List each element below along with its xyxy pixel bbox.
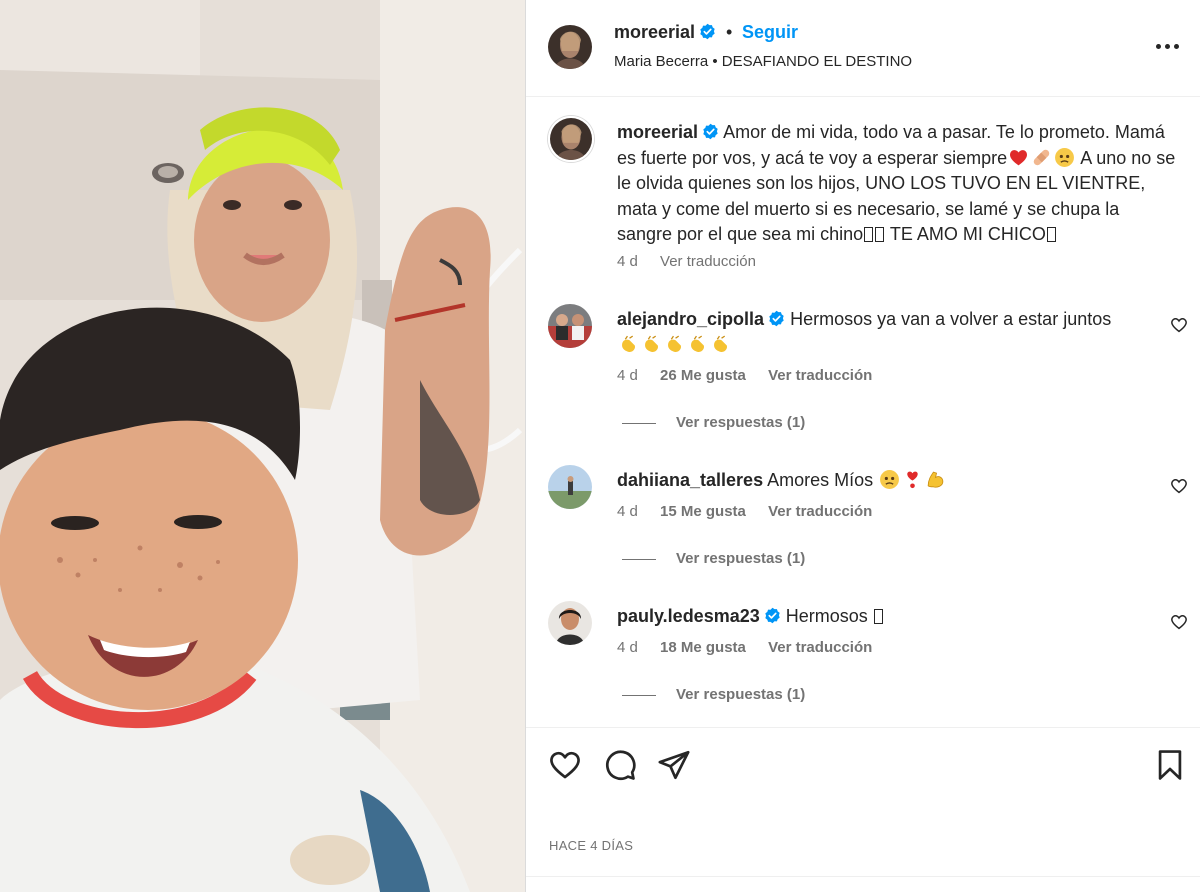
post-detail-panel: moreerial • Seguir Maria Becerra • DESAF… xyxy=(526,0,1200,892)
caption-avatar-image xyxy=(550,118,592,160)
caption-translate-link[interactable]: Ver traducción xyxy=(660,253,756,270)
author-username-text[interactable]: moreerial xyxy=(614,22,695,42)
caption-username[interactable]: moreerial xyxy=(617,122,698,142)
comment-age[interactable]: 4 d xyxy=(617,639,638,656)
comment-meta: 4 d 26 Me gusta Ver traducción xyxy=(617,367,890,384)
comment-username[interactable]: alejandro_cipolla xyxy=(617,309,764,329)
post-media[interactable] xyxy=(0,0,525,892)
caption-text: moreerial Amor de mi vida, todo va a pas… xyxy=(617,120,1177,248)
replies-line xyxy=(622,422,656,424)
replies-line xyxy=(622,558,656,560)
post-header: moreerial • Seguir Maria Becerra • DESAF… xyxy=(526,0,1200,97)
audio-attribution[interactable]: Maria Becerra • DESAFIANDO EL DESTINO xyxy=(614,53,912,70)
commenter-avatar[interactable] xyxy=(548,465,592,509)
caption-part-3: TE AMO MI CHICO xyxy=(885,224,1046,244)
comment-icon[interactable] xyxy=(603,748,637,782)
commenter-avatar-image xyxy=(548,601,592,645)
comment-translate-link[interactable]: Ver traducción xyxy=(768,503,872,520)
verified-badge-icon xyxy=(700,23,715,40)
comment-meta: 4 d 18 Me gusta Ver traducción xyxy=(617,639,890,656)
comment-body: Hermosos ya van a volver a estar juntos xyxy=(790,309,1112,329)
caption-age[interactable]: 4 d xyxy=(617,253,638,270)
author-avatar-image xyxy=(548,25,592,69)
comment-likes[interactable]: 26 Me gusta xyxy=(660,367,746,384)
comment-like-heart-icon[interactable] xyxy=(1170,613,1188,631)
author-username[interactable]: moreerial xyxy=(614,22,716,43)
caption-meta: 4 d Ver traducción xyxy=(617,253,774,270)
verified-badge-icon xyxy=(765,607,780,624)
view-replies-button[interactable]: Ver respuestas (1) xyxy=(622,550,805,567)
clapping-hands-emoji-icon xyxy=(645,335,659,353)
view-replies-label[interactable]: Ver respuestas (1) xyxy=(676,550,805,567)
more-dot xyxy=(1174,44,1179,49)
commenter-avatar[interactable] xyxy=(548,304,592,348)
bandage-emoji-icon xyxy=(1033,149,1050,165)
footer-divider xyxy=(526,876,1200,877)
view-replies-label[interactable]: Ver respuestas (1) xyxy=(676,686,805,703)
comment-body: Amores Míos xyxy=(767,470,874,490)
comment-body: Hermosos xyxy=(785,606,868,626)
comment-text: pauly.ledesma23 Hermosos xyxy=(617,603,1157,629)
view-replies-button[interactable]: Ver respuestas (1) xyxy=(622,686,805,703)
more-dot xyxy=(1165,44,1170,49)
comment-username[interactable]: pauly.ledesma23 xyxy=(617,606,760,626)
comment-likes[interactable]: 18 Me gusta xyxy=(660,639,746,656)
verified-badge-icon xyxy=(703,123,718,140)
flexed-biceps-emoji-icon xyxy=(927,471,944,488)
clapping-hands-emoji-icon xyxy=(691,335,705,353)
heart-exclamation-emoji-icon xyxy=(907,471,918,489)
comment-username[interactable]: dahiiana_talleres xyxy=(617,470,763,490)
pleading-face-emoji-icon xyxy=(1055,147,1075,167)
comment-age[interactable]: 4 d xyxy=(617,503,638,520)
comment-likes[interactable]: 15 Me gusta xyxy=(660,503,746,520)
clapping-hands-emoji-icon xyxy=(714,335,728,353)
missing-glyph-icon xyxy=(1046,227,1056,242)
more-options-icon[interactable] xyxy=(1156,36,1180,56)
post-timestamp[interactable]: HACE 4 DÍAS xyxy=(549,838,633,853)
missing-glyph-icon xyxy=(875,227,885,242)
comment-text: alejandro_cipolla Hermosos ya van a volv… xyxy=(617,306,1157,358)
red-heart-emoji-icon xyxy=(1010,149,1028,165)
verified-badge-icon xyxy=(769,310,784,327)
pleading-face-emoji-icon xyxy=(880,470,900,489)
author-avatar[interactable] xyxy=(548,25,592,69)
comment-like-heart-icon[interactable] xyxy=(1170,316,1188,334)
missing-glyph-icon xyxy=(864,227,874,242)
header-separator: • xyxy=(726,22,733,42)
comment-meta: 4 d 15 Me gusta Ver traducción xyxy=(617,503,890,520)
video-frame-illustration xyxy=(0,0,525,892)
comment-age[interactable]: 4 d xyxy=(617,367,638,384)
clapping-hands-emoji-icon xyxy=(668,335,682,353)
comment-like-heart-icon[interactable] xyxy=(1170,477,1188,495)
bookmark-icon[interactable] xyxy=(1153,748,1187,782)
commenter-avatar-image xyxy=(548,465,592,509)
commenter-avatar[interactable] xyxy=(548,601,592,645)
caption-author-avatar[interactable] xyxy=(548,116,594,162)
view-replies-label[interactable]: Ver respuestas (1) xyxy=(676,414,805,431)
clapping-hands-emoji-icon xyxy=(622,335,636,353)
replies-line xyxy=(622,694,656,696)
missing-glyph-icon xyxy=(873,609,883,624)
paper-plane-icon[interactable] xyxy=(657,748,691,782)
post-actions: HACE 4 DÍAS xyxy=(526,727,1200,892)
comment-translate-link[interactable]: Ver traducción xyxy=(768,367,872,384)
heart-icon[interactable] xyxy=(548,748,582,782)
comment-text: dahiiana_talleres Amores Míos xyxy=(617,467,1157,493)
more-dot xyxy=(1156,44,1161,49)
view-replies-button[interactable]: Ver respuestas (1) xyxy=(622,414,805,431)
comment-translate-link[interactable]: Ver traducción xyxy=(768,639,872,656)
follow-button[interactable]: Seguir xyxy=(742,22,798,43)
commenter-avatar-image xyxy=(548,304,592,348)
